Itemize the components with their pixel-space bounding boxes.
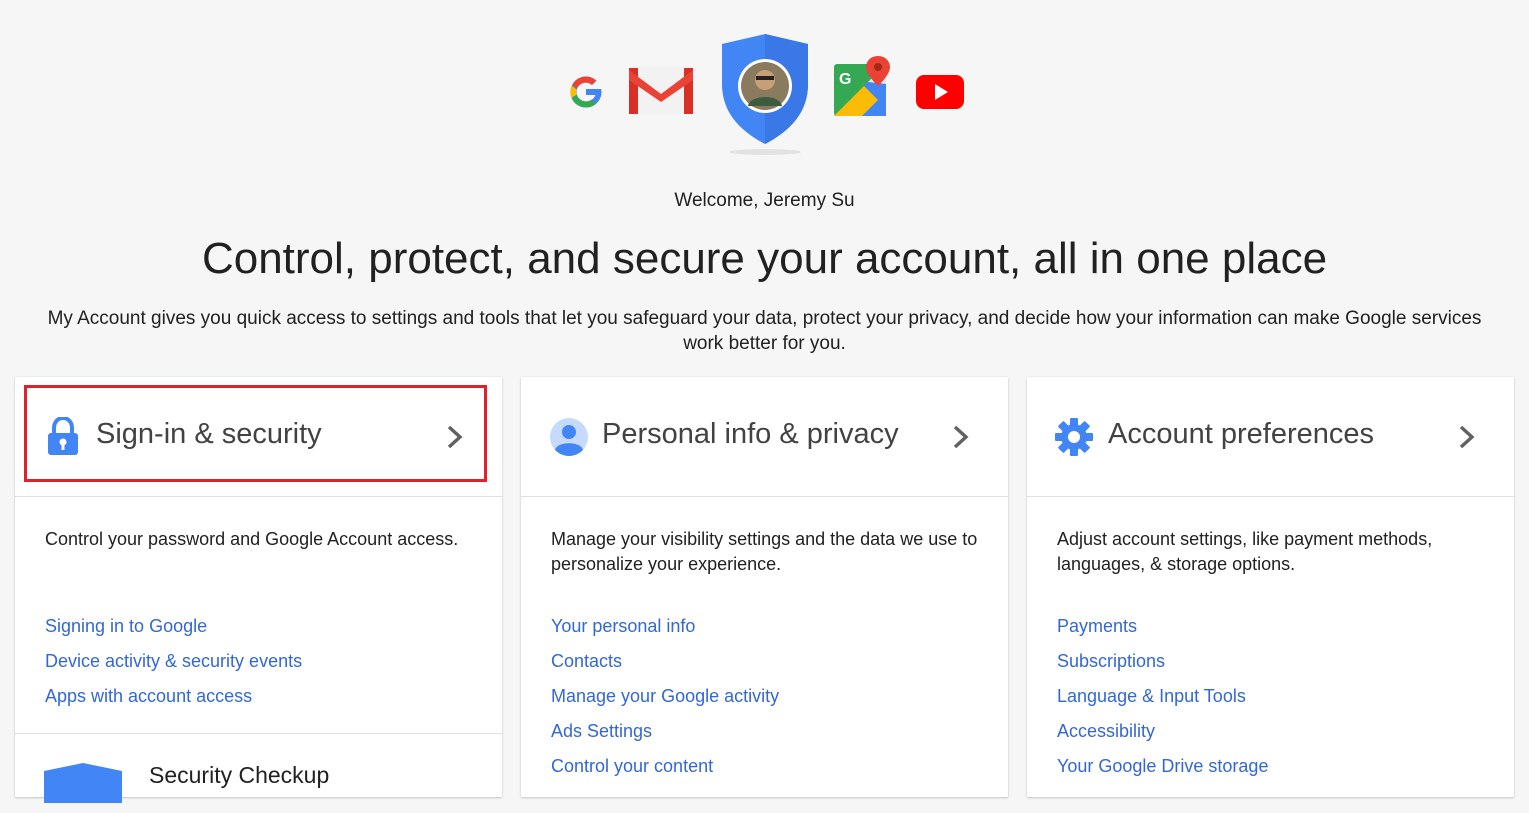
card-links: Signing in to Google Device activity & s…	[45, 609, 302, 714]
page-headline: Control, protect, and secure your accoun…	[201, 234, 1328, 283]
card-header-personal-info[interactable]: Personal info & privacy	[521, 377, 1008, 497]
highlight-box	[24, 385, 487, 482]
link-apps-access[interactable]: Apps with account access	[45, 679, 302, 714]
google-icon	[570, 76, 603, 108]
link-personal-info[interactable]: Your personal info	[551, 609, 779, 644]
welcome-text: Welcome, Jeremy Su	[674, 190, 855, 211]
link-signing-in[interactable]: Signing in to Google	[45, 609, 302, 644]
page-subline: My Account gives you quick access to set…	[47, 308, 1482, 354]
card-description: Control your password and Google Account…	[45, 529, 459, 549]
card-header-account-preferences[interactable]: Account preferences	[1027, 377, 1514, 497]
card-links: Your personal info Contacts Manage your …	[551, 609, 779, 784]
chevron-right-icon	[953, 425, 969, 449]
card-description: Adjust account settings, like payment me…	[1057, 529, 1433, 574]
gmail-icon	[629, 66, 693, 114]
shield-icon	[44, 763, 122, 803]
link-control-content[interactable]: Control your content	[551, 749, 779, 784]
card-account-preferences: Account preferences Adjust account setti…	[1027, 377, 1514, 797]
youtube-icon	[916, 75, 964, 109]
svg-text:G: G	[839, 71, 851, 88]
card-personal-info-privacy: Personal info & privacy Manage your visi…	[521, 377, 1008, 797]
account-shield-avatar	[722, 34, 808, 155]
card-sign-in-security: Sign-in & security Control your password…	[15, 377, 502, 803]
link-drive-storage[interactable]: Your Google Drive storage	[1057, 749, 1268, 784]
security-checkup[interactable]: Security Checkup	[15, 733, 502, 813]
card-title: Account preferences	[1108, 418, 1374, 450]
card-links: Payments Subscriptions Language & Input …	[1057, 609, 1268, 784]
link-device-activity[interactable]: Device activity & security events	[45, 644, 302, 679]
maps-icon: G	[834, 56, 890, 116]
hero-banner: G	[0, 0, 1529, 190]
chevron-right-icon	[1459, 425, 1475, 449]
card-title: Personal info & privacy	[602, 418, 899, 450]
link-contacts[interactable]: Contacts	[551, 644, 779, 679]
link-google-activity[interactable]: Manage your Google activity	[551, 679, 779, 714]
card-header-sign-in-security[interactable]: Sign-in & security	[15, 377, 502, 497]
security-checkup-title: Security Checkup	[149, 762, 330, 788]
person-icon	[550, 418, 588, 456]
link-language-input[interactable]: Language & Input Tools	[1057, 679, 1268, 714]
card-description: Manage your visibility settings and the …	[551, 529, 978, 574]
link-accessibility[interactable]: Accessibility	[1057, 714, 1268, 749]
link-subscriptions[interactable]: Subscriptions	[1057, 644, 1268, 679]
link-ads-settings[interactable]: Ads Settings	[551, 714, 779, 749]
link-payments[interactable]: Payments	[1057, 609, 1268, 644]
gear-icon	[1055, 418, 1093, 456]
